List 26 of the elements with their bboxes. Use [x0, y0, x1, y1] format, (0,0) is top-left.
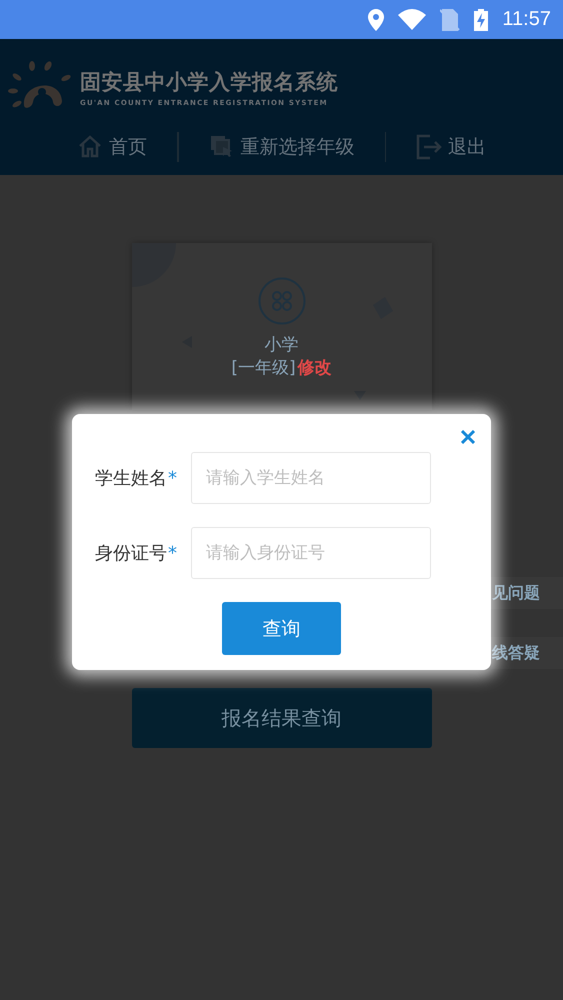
- triangle-icon: [354, 391, 366, 400]
- side-tab[interactable]: 线答疑: [491, 637, 563, 669]
- field-label: 身份证号*: [95, 542, 178, 565]
- result-query-button[interactable]: 报名结果查询: [132, 688, 432, 748]
- nav-link[interactable]: 重新选择年级: [194, 134, 368, 160]
- wifi-icon: [398, 9, 426, 30]
- input-field[interactable]: 请输入学生姓名: [191, 452, 431, 504]
- nav-link[interactable]: 退出: [402, 134, 500, 160]
- query-button[interactable]: 查询: [222, 602, 341, 655]
- clock-time: 11:57: [502, 8, 551, 31]
- no-sim-icon: [440, 8, 460, 30]
- input-field[interactable]: 请输入身份证号: [191, 527, 431, 579]
- field-label: 学生姓名*: [95, 467, 178, 490]
- edit-link[interactable]: 修改: [298, 358, 332, 378]
- close-icon[interactable]: [461, 430, 475, 444]
- cards-cursor-icon: [208, 134, 234, 160]
- grid-circle-icon: [258, 277, 306, 325]
- app-title: 固安县中小学入学报名系统: [80, 68, 338, 96]
- exit-icon: [416, 134, 442, 160]
- location-icon: [368, 8, 384, 30]
- home-icon: [77, 134, 103, 160]
- battery-charging-icon: [474, 8, 488, 30]
- nav-link[interactable]: 首页: [63, 134, 161, 160]
- school-level: 小学: [264, 334, 298, 356]
- grade-line: [一年级]修改: [231, 357, 332, 379]
- side-tab[interactable]: 见问题: [491, 577, 563, 609]
